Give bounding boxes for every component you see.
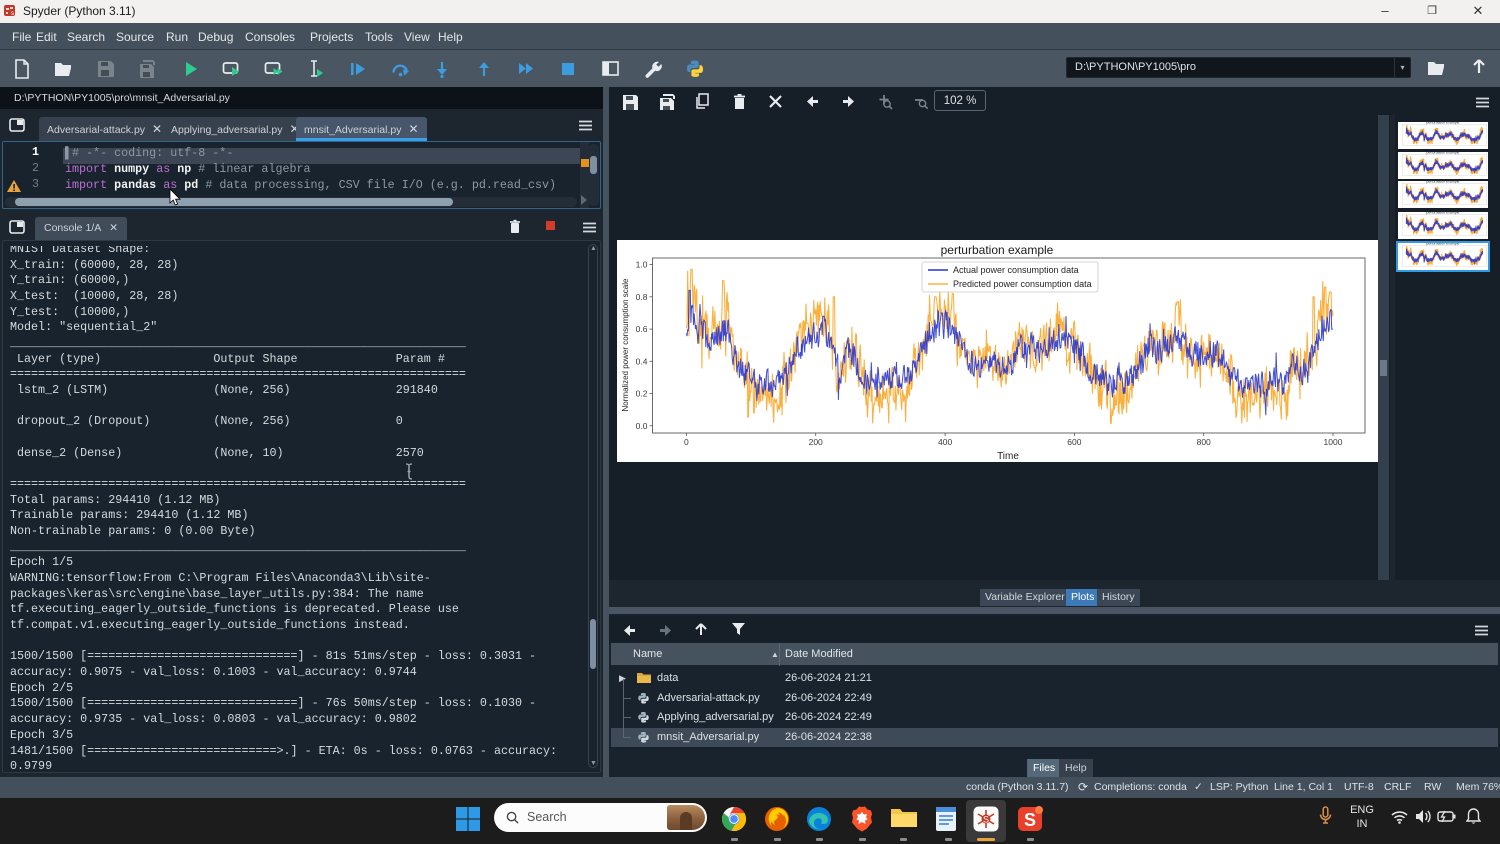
- svg-text:perturbation example: perturbation example: [1426, 152, 1459, 155]
- svg-text:800: 800: [1197, 437, 1211, 447]
- svg-text:perturbation example: perturbation example: [1426, 212, 1459, 215]
- svg-text:0.0: 0.0: [636, 421, 648, 431]
- svg-text:0.2: 0.2: [636, 389, 648, 399]
- svg-text:0: 0: [684, 437, 689, 447]
- svg-text:S: S: [1024, 810, 1036, 830]
- svg-text:600: 600: [1067, 437, 1081, 447]
- svg-text:200: 200: [809, 437, 823, 447]
- svg-text:s: s: [11, 11, 14, 16]
- svg-text:1.0: 1.0: [636, 260, 648, 270]
- svg-text:Actual power consumption data: Actual power consumption data: [953, 265, 1079, 275]
- svg-text:perturbation example: perturbation example: [1426, 122, 1459, 125]
- svg-text:Time: Time: [997, 451, 1019, 462]
- svg-text:0.6: 0.6: [636, 324, 648, 334]
- svg-text:Normalized power consumption s: Normalized power consumption scale: [621, 278, 630, 412]
- svg-text:S: S: [983, 815, 989, 825]
- svg-text:0.8: 0.8: [636, 292, 648, 302]
- svg-text:perturbation example: perturbation example: [1426, 181, 1459, 184]
- svg-text:perturbation example: perturbation example: [941, 243, 1054, 257]
- svg-text:1000: 1000: [1324, 437, 1343, 447]
- svg-text:perturbation example: perturbation example: [1426, 243, 1459, 246]
- svg-text:0.4: 0.4: [636, 356, 648, 366]
- svg-text:Predicted power consumption da: Predicted power consumption data: [953, 279, 1092, 289]
- svg-text:400: 400: [938, 437, 952, 447]
